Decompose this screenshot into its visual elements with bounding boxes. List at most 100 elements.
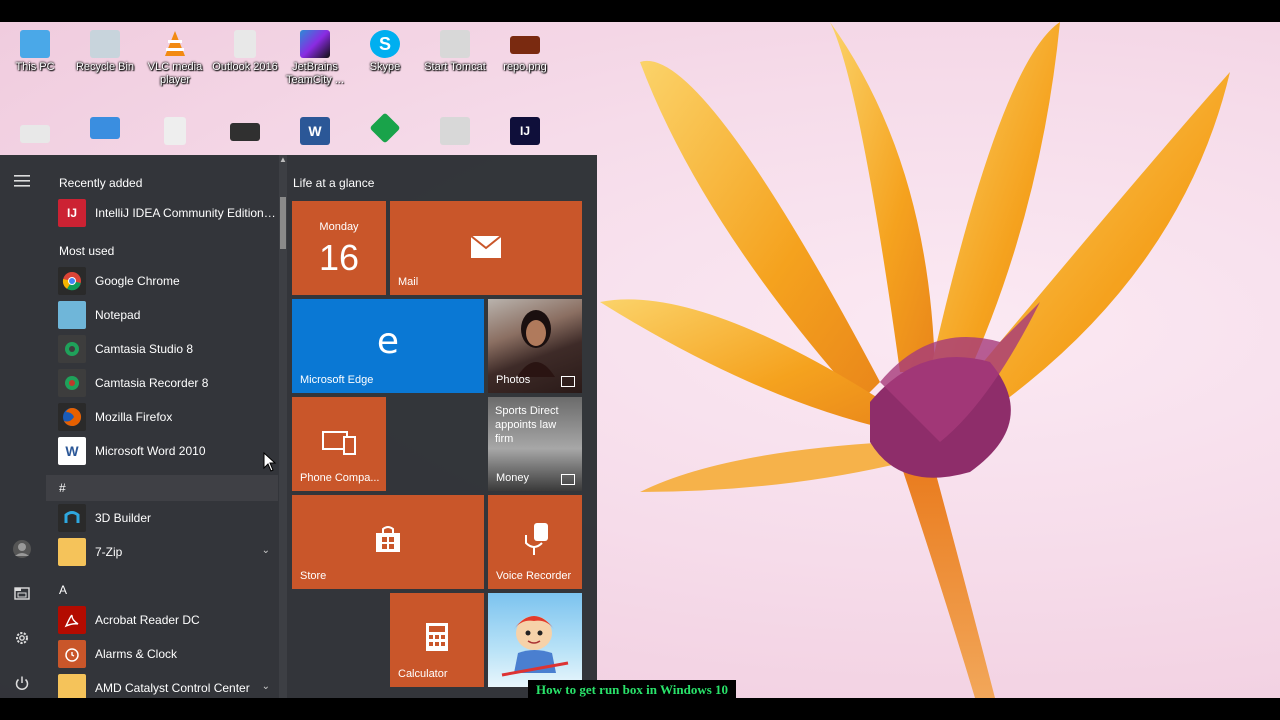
cartoon-character-image (501, 616, 569, 677)
app-list-scrollbar[interactable]: ▲ (279, 155, 287, 698)
hash-header[interactable]: # (59, 481, 66, 495)
acrobat-icon (58, 606, 86, 634)
app-notepad[interactable]: Notepad (58, 300, 278, 330)
scroll-up-arrow-icon[interactable]: ▲ (279, 155, 287, 164)
folder-icon (58, 538, 86, 566)
hash-section-highlight (46, 475, 278, 501)
start-menu: Recently added IJ IntelliJ IDEA Communit… (0, 155, 597, 698)
tile-mail[interactable]: Mail (390, 201, 582, 295)
desktop-icon-row2-5[interactable]: W (280, 117, 350, 148)
desktop-icon-recycle-bin[interactable]: Recycle Bin (70, 30, 140, 74)
desktop-icon-row2-4[interactable] (210, 117, 280, 144)
edge-icon: e (376, 321, 400, 362)
firefox-icon (58, 403, 86, 431)
camtasia-recorder-icon (58, 369, 86, 397)
a-header[interactable]: A (59, 583, 67, 597)
letterbox-bottom (0, 698, 1280, 720)
phone-companion-icon (322, 431, 356, 455)
desktop-icon-teamcity[interactable]: JetBrains TeamCity ... (280, 30, 350, 87)
recycle-bin-icon (90, 30, 120, 58)
app-camtasia-recorder[interactable]: Camtasia Recorder 8 (58, 368, 278, 398)
app-list: Recently added IJ IntelliJ IDEA Communit… (44, 155, 279, 698)
app-7-zip[interactable]: 7-Zip ⌄ (58, 537, 278, 567)
app-google-chrome[interactable]: Google Chrome (58, 266, 278, 296)
tile-calculator[interactable]: Calculator (390, 593, 484, 687)
app-mozilla-firefox[interactable]: Mozilla Firefox (58, 402, 278, 432)
3d-builder-icon (58, 504, 86, 532)
chrome-icon (58, 267, 86, 295)
desktop-icon-skype[interactable]: S Skype (350, 30, 420, 74)
mouse-cursor-icon (263, 452, 277, 472)
calculator-icon (426, 623, 448, 651)
money-chart-icon (561, 474, 575, 485)
computer-icon (20, 30, 50, 58)
vlc-cone-icon (165, 31, 185, 56)
app-camtasia-studio[interactable]: Camtasia Studio 8 (58, 334, 278, 364)
tile-game[interactable] (488, 593, 582, 687)
intellij-icon: IJ (58, 199, 86, 227)
window-icon (90, 117, 120, 139)
desktop-icon-row2-6[interactable] (350, 112, 420, 144)
letterbox-top (0, 0, 1280, 22)
word-icon: W (58, 437, 86, 465)
chevron-down-icon[interactable]: ⌄ (262, 545, 270, 556)
folder-icon (20, 125, 50, 143)
tile-microsoft-edge[interactable]: e Microsoft Edge (292, 299, 484, 393)
shortcut-file-icon (164, 117, 186, 145)
scrollbar-thumb[interactable] (280, 197, 286, 249)
app-acrobat-reader[interactable]: Acrobat Reader DC (58, 605, 278, 635)
tile-calendar[interactable]: Monday 16 (292, 201, 386, 295)
most-used-header: Most used (59, 244, 115, 258)
desktop-icon-this-pc[interactable]: This PC (0, 30, 70, 74)
file-explorer-icon[interactable] (8, 579, 36, 607)
desktop-icon-row2-7[interactable] (420, 117, 490, 148)
alarm-clock-icon (58, 640, 86, 668)
microphone-icon (525, 523, 548, 555)
desktop-icon-start-tomcat[interactable]: Start Tomcat (420, 30, 490, 74)
app-alarms-clock[interactable]: Alarms & Clock (58, 639, 278, 669)
app-3d-builder[interactable]: 3D Builder (58, 503, 278, 533)
desktop-icon-row2-2[interactable] (70, 117, 140, 142)
desktop-icon-vlc[interactable]: VLC media player (140, 30, 210, 87)
tile-phone-companion[interactable]: Phone Compa... (292, 397, 386, 491)
tile-money[interactable]: Sports Direct appoints law firm Money (488, 397, 582, 491)
desktop-icon-row2-1[interactable] (0, 117, 70, 146)
skype-icon: S (370, 30, 400, 58)
tile-store[interactable]: Store (292, 495, 484, 589)
tiles-area: Life at a glance Monday 16 Mail e Micros… (287, 155, 597, 698)
hamburger-icon[interactable] (8, 167, 36, 195)
app-intellij[interactable]: IJ IntelliJ IDEA Community Edition 2... (58, 198, 278, 228)
desktop-icon-row2-3[interactable] (140, 117, 210, 148)
folder-icon (58, 674, 86, 698)
chevron-down-icon[interactable]: ⌄ (262, 681, 270, 692)
app-microsoft-word[interactable]: W Microsoft Word 2010 (58, 436, 278, 466)
app-amd-catalyst[interactable]: AMD Catalyst Control Center ⌄ (58, 673, 278, 698)
notepad-icon (58, 301, 86, 329)
store-bag-icon (376, 526, 400, 552)
camtasia-icon (58, 335, 86, 363)
desktop-icon-repo-png[interactable]: repo.png (490, 30, 560, 74)
photos-icon (561, 376, 575, 387)
video-caption: How to get run box in Windows 10 (528, 680, 737, 699)
tiles-group-header: Life at a glance (293, 176, 375, 190)
intellij-icon: IJ (510, 117, 540, 145)
desktop-icon-outlook[interactable]: Outlook 2016 (210, 30, 280, 74)
user-avatar-icon[interactable] (8, 535, 36, 563)
tile-photos[interactable]: Photos (488, 299, 582, 393)
gears-icon (440, 30, 470, 58)
recently-added-header: Recently added (59, 176, 143, 190)
word-doc-icon: W (300, 117, 330, 145)
mail-envelope-icon (471, 236, 501, 258)
image-file-icon (510, 36, 540, 54)
desktop-icon-row2-8[interactable]: IJ (490, 117, 560, 148)
video-file-icon (230, 123, 260, 141)
photo-portrait-image (517, 310, 555, 377)
teamcity-icon (300, 30, 330, 58)
tile-voice-recorder[interactable]: Voice Recorder (488, 495, 582, 589)
gears-icon (440, 117, 470, 145)
settings-icon[interactable] (8, 624, 36, 652)
shortcut-file-icon (234, 30, 256, 58)
start-rail (0, 155, 44, 698)
green-arrow-icon (369, 112, 401, 144)
power-icon[interactable] (8, 669, 36, 697)
